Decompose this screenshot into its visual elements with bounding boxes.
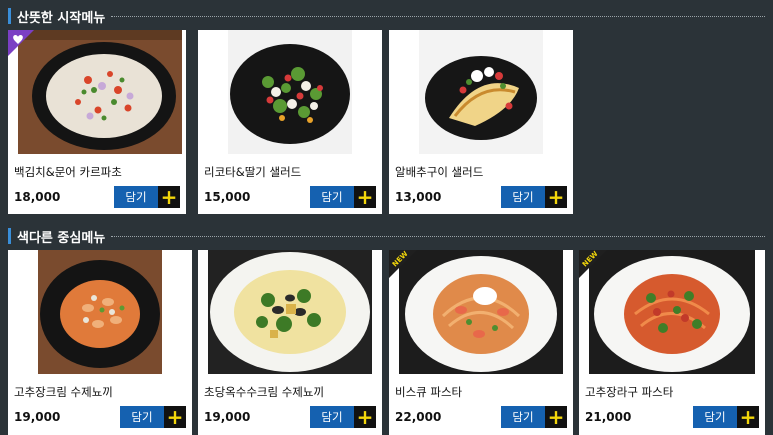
dish-price: 19,000 [14,410,61,424]
dish-price: 15,000 [204,190,251,204]
menu-card[interactable]: NEW 비스큐 파스타 22,000 담기 + [389,250,573,435]
add-to-cart-button[interactable]: 담기 + [120,406,186,428]
add-to-cart-button[interactable]: 담기 + [693,406,759,428]
heart-badge-icon [8,30,34,56]
dish-photo[interactable] [228,30,352,154]
menu-card[interactable]: NEW 고추장라구 파스타 21,000 담기 + [579,250,765,435]
menu-card[interactable]: 초당옥수수크림 수제뇨끼 19,000 담기 + [198,250,382,435]
dish-name: 고추장크림 수제뇨끼 [14,385,113,399]
dish-photo[interactable] [18,30,182,154]
section-title: 산뜻한 시작메뉴 [17,10,106,26]
add-to-cart-button[interactable]: 담기 + [310,406,376,428]
plus-icon[interactable]: + [545,406,567,428]
plus-icon[interactable]: + [158,186,180,208]
dish-price: 22,000 [395,410,442,424]
add-button-label[interactable]: 담기 [114,186,158,208]
dish-name: 알배추구이 샐러드 [395,165,484,179]
add-button-label[interactable]: 담기 [501,406,545,428]
dish-price: 18,000 [14,190,61,204]
add-to-cart-button[interactable]: 담기 + [501,406,567,428]
dish-price: 19,000 [204,410,251,424]
section-header-starters: 산뜻한 시작메뉴 [8,6,765,26]
menu-card[interactable]: 알배추구이 샐러드 13,000 담기 + [389,30,573,214]
dish-price: 21,000 [585,410,632,424]
dish-photo[interactable] [38,250,162,374]
dish-name: 백김치&문어 카르파초 [14,165,122,179]
section-accent-bar [8,228,11,244]
plus-icon[interactable]: + [354,406,376,428]
dish-name: 고추장라구 파스타 [585,385,674,399]
plus-icon[interactable]: + [737,406,759,428]
new-badge-icon: NEW [389,250,417,278]
menu-card[interactable]: 고추장크림 수제뇨끼 19,000 담기 + [8,250,192,435]
menu-card[interactable]: 리코타&딸기 샐러드 15,000 담기 + [198,30,382,214]
add-button-label[interactable]: 담기 [501,186,545,208]
dish-photo[interactable] [399,250,563,374]
new-badge-icon: NEW [579,250,607,278]
section-title: 색다른 중심메뉴 [17,230,106,246]
add-button-label[interactable]: 담기 [120,406,164,428]
add-to-cart-button[interactable]: 담기 + [310,186,376,208]
menu-card[interactable]: 백김치&문어 카르파초 18,000 담기 + [8,30,186,214]
dish-photo[interactable] [419,30,543,154]
dish-photo[interactable] [208,250,372,374]
section-divider [111,235,765,237]
section-divider [111,15,765,17]
dish-name: 초당옥수수크림 수제뇨끼 [204,385,325,399]
section-header-mains: 색다른 중심메뉴 [8,226,765,246]
dish-photo[interactable] [589,250,755,374]
add-button-label[interactable]: 담기 [310,186,354,208]
add-button-label[interactable]: 담기 [310,406,354,428]
plus-icon[interactable]: + [164,406,186,428]
add-to-cart-button[interactable]: 담기 + [501,186,567,208]
add-to-cart-button[interactable]: 담기 + [114,186,180,208]
dish-name: 리코타&딸기 샐러드 [204,165,302,179]
plus-icon[interactable]: + [545,186,567,208]
section-accent-bar [8,8,11,24]
plus-icon[interactable]: + [354,186,376,208]
dish-name: 비스큐 파스타 [395,385,463,399]
add-button-label[interactable]: 담기 [693,406,737,428]
dish-price: 13,000 [395,190,442,204]
